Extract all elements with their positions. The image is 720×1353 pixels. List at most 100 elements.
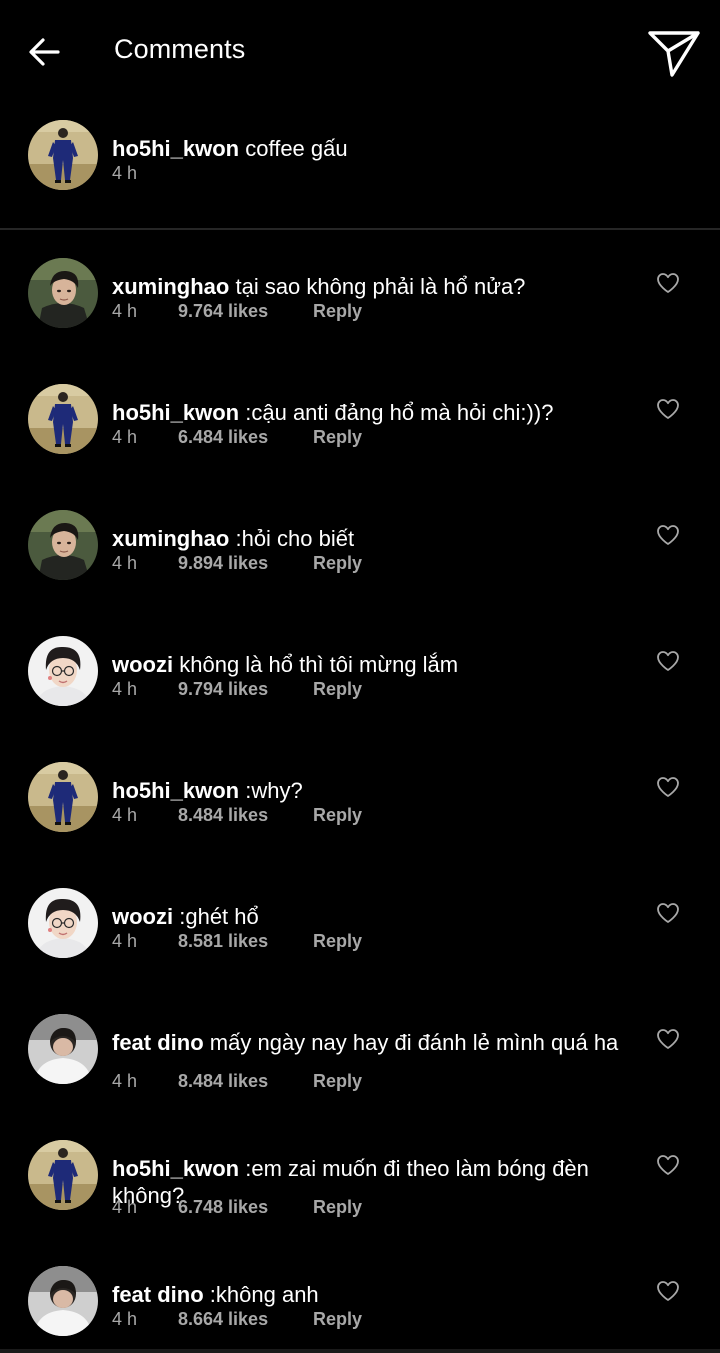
avatar[interactable] — [28, 384, 98, 454]
comment-username[interactable]: feat dino — [112, 1282, 204, 1307]
comment-text: feat dino mấy ngày nay hay đi đánh lẻ mì… — [112, 1029, 622, 1056]
comment-time: 4 h — [112, 678, 138, 699]
like-count[interactable]: 9.894 likes — [178, 553, 313, 574]
comment-time: 4 h — [112, 300, 138, 321]
comment-text: woozi không là hổ thì tôi mừng lắm — [112, 651, 622, 678]
paper-plane-icon — [648, 31, 700, 77]
reply-button[interactable]: Reply — [313, 553, 362, 574]
reply-button[interactable]: Reply — [313, 1071, 362, 1092]
like-button[interactable] — [654, 1152, 682, 1178]
comment-meta: 4 h 8.484 likes Reply — [112, 803, 362, 827]
top-bar: Comments — [0, 0, 720, 100]
heart-outline-icon — [657, 651, 679, 671]
comment-username[interactable]: ho5hi_kwon — [112, 1156, 239, 1181]
comment-meta: 4 h 8.484 likes Reply — [112, 1069, 362, 1093]
comment-meta: 4 h 9.764 likes Reply — [112, 299, 362, 323]
comment-time: 4 h — [112, 426, 138, 447]
arrow-left-icon — [29, 38, 60, 66]
comment-content: :không anh — [209, 1282, 319, 1307]
avatar[interactable] — [28, 510, 98, 580]
comment-time: 4 h — [112, 1070, 138, 1091]
caption-meta: 4 h — [112, 161, 178, 185]
like-count[interactable]: 6.484 likes — [178, 427, 313, 448]
caption-content: coffee gấu — [245, 136, 348, 161]
comment-meta: 4 h 8.664 likes Reply — [112, 1307, 362, 1331]
reply-button[interactable]: Reply — [313, 931, 362, 952]
like-count[interactable]: 8.484 likes — [178, 1071, 313, 1092]
avatar[interactable] — [28, 762, 98, 832]
post-caption: ho5hi_kwon coffee gấu 4 h — [0, 100, 720, 229]
heart-outline-icon — [657, 777, 679, 797]
comment-meta: 4 h 6.748 likes Reply — [112, 1195, 362, 1219]
comment-content: :hỏi cho biết — [235, 526, 355, 551]
comment-content: :ghét hổ — [179, 904, 259, 929]
comment-time: 4 h — [112, 552, 138, 573]
like-count[interactable]: 9.794 likes — [178, 679, 313, 700]
like-button[interactable] — [654, 270, 682, 296]
reply-button[interactable]: Reply — [313, 1197, 362, 1218]
avatar[interactable] — [28, 888, 98, 958]
avatar[interactable] — [28, 1266, 98, 1336]
heart-outline-icon — [657, 399, 679, 419]
like-count[interactable]: 9.764 likes — [178, 301, 313, 322]
comment-meta: 4 h 6.484 likes Reply — [112, 425, 362, 449]
comment-time: 4 h — [112, 1308, 138, 1329]
reply-button[interactable]: Reply — [313, 805, 362, 826]
comment-meta: 4 h 9.794 likes Reply — [112, 677, 362, 701]
comment-text: xuminghao :hỏi cho biết — [112, 525, 622, 552]
comment-username[interactable]: xuminghao — [112, 526, 229, 551]
comment-username[interactable]: ho5hi_kwon — [112, 778, 239, 803]
like-button[interactable] — [654, 900, 682, 926]
comment-time: 4 h — [112, 804, 138, 825]
reply-button[interactable]: Reply — [313, 1309, 362, 1330]
comment-content: mấy ngày nay hay đi đánh lẻ mình quá ha — [209, 1030, 619, 1055]
comment-username[interactable]: woozi — [112, 652, 173, 677]
comment-content: :cậu anti đảng hổ mà hỏi chi:))? — [245, 400, 554, 425]
heart-outline-icon — [657, 1155, 679, 1175]
like-count[interactable]: 8.664 likes — [178, 1309, 313, 1330]
reply-button[interactable]: Reply — [313, 301, 362, 322]
heart-outline-icon — [657, 525, 679, 545]
like-count[interactable]: 8.484 likes — [178, 805, 313, 826]
divider — [0, 228, 720, 230]
avatar[interactable] — [28, 258, 98, 328]
comment-text: ho5hi_kwon :cậu anti đảng hổ mà hỏi chi:… — [112, 399, 622, 426]
heart-outline-icon — [657, 273, 679, 293]
like-button[interactable] — [654, 774, 682, 800]
comment-time: 4 h — [112, 930, 138, 951]
comment-text: ho5hi_kwon :why? — [112, 777, 622, 804]
comment-username[interactable]: feat dino — [112, 1030, 204, 1055]
caption-username[interactable]: ho5hi_kwon — [112, 136, 239, 161]
page-title: Comments — [114, 34, 246, 64]
comment-username[interactable]: woozi — [112, 904, 173, 929]
heart-outline-icon — [657, 1029, 679, 1049]
avatar[interactable] — [28, 1140, 98, 1210]
comment-content: :why? — [245, 778, 303, 803]
like-button[interactable] — [654, 648, 682, 674]
bottom-edge — [0, 1349, 720, 1353]
comment-username[interactable]: ho5hi_kwon — [112, 400, 239, 425]
like-button[interactable] — [654, 1026, 682, 1052]
comment-text: woozi :ghét hổ — [112, 903, 622, 930]
caption-time: 4 h — [112, 162, 138, 183]
comment-content: không là hổ thì tôi mừng lắm — [179, 652, 459, 677]
heart-outline-icon — [657, 1281, 679, 1301]
comment-text: xuminghao tại sao không phải là hổ nửa? — [112, 273, 622, 300]
like-count[interactable]: 6.748 likes — [178, 1197, 313, 1218]
like-count[interactable]: 8.581 likes — [178, 931, 313, 952]
like-button[interactable] — [654, 396, 682, 422]
avatar[interactable] — [28, 120, 98, 190]
comment-text: feat dino :không anh — [112, 1281, 622, 1308]
like-button[interactable] — [654, 1278, 682, 1304]
reply-button[interactable]: Reply — [313, 679, 362, 700]
avatar[interactable] — [28, 636, 98, 706]
share-button[interactable] — [644, 26, 704, 80]
like-button[interactable] — [654, 522, 682, 548]
heart-outline-icon — [657, 903, 679, 923]
comment-username[interactable]: xuminghao — [112, 274, 229, 299]
back-button[interactable] — [22, 30, 66, 74]
reply-button[interactable]: Reply — [313, 427, 362, 448]
comment-meta: 4 h 9.894 likes Reply — [112, 551, 362, 575]
avatar[interactable] — [28, 1014, 98, 1084]
caption-text: ho5hi_kwon coffee gấu — [112, 135, 622, 162]
